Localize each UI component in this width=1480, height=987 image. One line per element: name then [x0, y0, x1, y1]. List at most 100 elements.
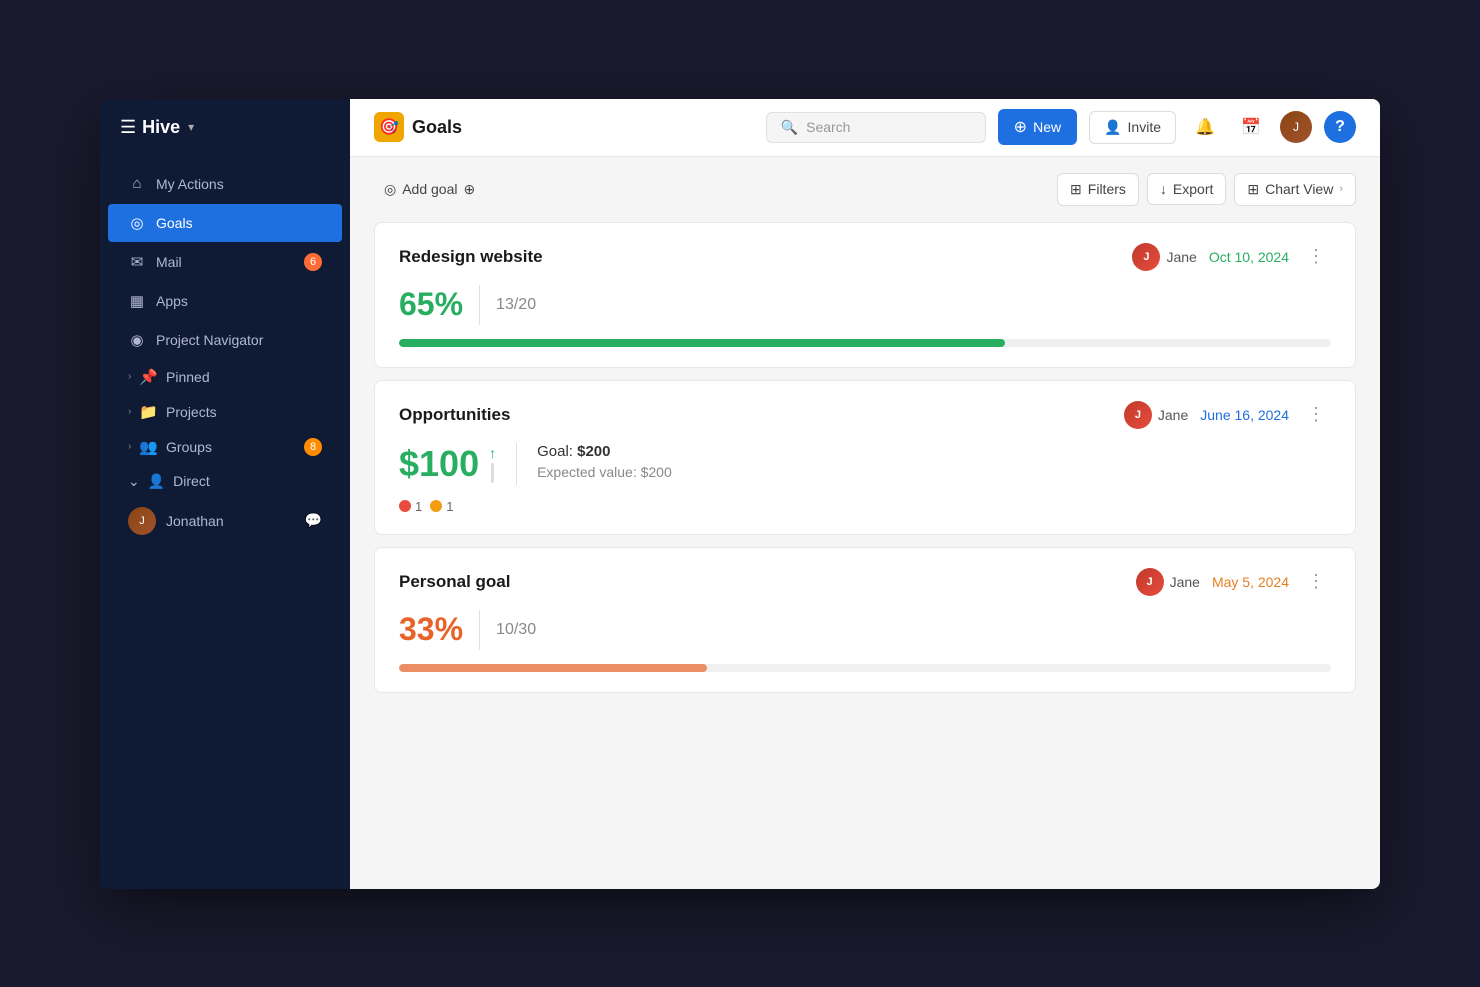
goal-more-button-3[interactable]: ⋮ — [1301, 569, 1331, 594]
sidebar-item-apps[interactable]: ▦ Apps — [108, 282, 342, 320]
sidebar-item-goals[interactable]: ◎ Goals — [108, 204, 342, 242]
sidebar-item-project-navigator[interactable]: ◉ Project Navigator — [108, 321, 342, 359]
hive-logo-icon: ☰ — [120, 117, 136, 138]
sidebar-item-goals-label: Goals — [156, 215, 193, 231]
sidebar-pinned-toggle[interactable]: › 📌 Pinned — [108, 360, 342, 394]
yellow-dot — [430, 500, 442, 512]
opp-trend: ↑ — [489, 445, 496, 483]
goal-count-1: 13/20 — [496, 296, 536, 314]
groups-icon: 👥 — [139, 438, 158, 456]
chevron-right-icon: › — [128, 371, 131, 382]
progress-track-3 — [399, 664, 1331, 672]
bell-button[interactable]: 🔔 — [1188, 110, 1222, 144]
goal-percentage-3: 33% — [399, 611, 463, 648]
sidebar: ☰ Hive ▾ ⌂ My Actions ◎ Goals ✉ Mail 6 — [100, 99, 350, 889]
page-title-area: 🎯 Goals — [374, 112, 462, 142]
export-icon: ↓ — [1160, 181, 1167, 197]
goal-card-header-2: Opportunities J Jane June 16, 2024 ⋮ — [399, 401, 1331, 429]
sidebar-item-apps-label: Apps — [156, 293, 188, 309]
goal-more-button-2[interactable]: ⋮ — [1301, 402, 1331, 427]
filters-button[interactable]: ⊞ Filters — [1057, 173, 1139, 206]
direct-icon: 👤 — [148, 473, 165, 490]
yellow-dot-count: 1 — [446, 499, 453, 514]
search-box[interactable]: 🔍 Search — [766, 112, 986, 143]
trend-bar — [491, 463, 494, 483]
sidebar-item-jonathan-label: Jonathan — [166, 513, 224, 529]
mail-badge: 6 — [304, 253, 322, 271]
project-navigator-icon: ◉ — [128, 331, 146, 349]
search-icon: 🔍 — [781, 119, 798, 136]
goal-date-1: Oct 10, 2024 — [1209, 249, 1289, 265]
sidebar-projects-toggle[interactable]: › 📁 Projects — [108, 395, 342, 429]
new-button[interactable]: ⊕ New — [998, 109, 1077, 145]
opp-goals-detail: Goal: $200 Expected value: $200 — [537, 443, 672, 480]
sidebar-item-mail[interactable]: ✉ Mail 6 — [108, 243, 342, 281]
trend-up-icon: ↑ — [489, 445, 496, 461]
filters-label: Filters — [1088, 181, 1126, 197]
add-goal-button[interactable]: ◎ Add goal ⊕ — [374, 175, 485, 204]
add-plus-icon: ⊕ — [464, 181, 476, 198]
goal-percentage-1: 65% — [399, 286, 463, 323]
sidebar-header: ☰ Hive ▾ — [100, 99, 350, 156]
opp-stats: $100 ↑ Goal: $200 Expected value: $200 — [399, 443, 1331, 485]
red-dot — [399, 500, 411, 512]
jane-avatar-3: J — [1136, 568, 1164, 596]
sidebar-projects-label: Projects — [166, 404, 217, 420]
goal-divider-1 — [479, 285, 480, 325]
opp-amount-value: $100 — [399, 443, 479, 485]
sidebar-pinned-label: Pinned — [166, 369, 210, 385]
goal-assignee-3: J Jane — [1136, 568, 1200, 596]
calendar-button[interactable]: 📅 — [1234, 110, 1268, 144]
sidebar-direct-text: Direct — [173, 473, 210, 489]
opp-amount-section: $100 ↑ — [399, 443, 517, 485]
pin-icon: 📌 — [139, 368, 158, 386]
sidebar-groups-label: Groups — [166, 439, 212, 455]
goal-assignee-2: J Jane — [1124, 401, 1188, 429]
progress-track-1 — [399, 339, 1331, 347]
invite-button-label: Invite — [1128, 119, 1161, 135]
add-goal-label: Add goal — [402, 181, 457, 197]
goal-more-button-1[interactable]: ⋮ — [1301, 244, 1331, 269]
sidebar-item-mail-label: Mail — [156, 254, 182, 270]
chart-view-chevron: › — [1339, 183, 1343, 195]
opp-expected-label: Expected value: $200 — [537, 464, 672, 480]
chart-icon: ⊞ — [1247, 181, 1259, 198]
search-placeholder: Search — [806, 119, 850, 135]
jonathan-avatar: J — [128, 507, 156, 535]
goal-assignee-1: J Jane — [1132, 243, 1196, 271]
folder-icon: 📁 — [139, 403, 158, 421]
chart-view-button[interactable]: ⊞ Chart View › — [1234, 173, 1356, 206]
sidebar-item-my-actions[interactable]: ⌂ My Actions — [108, 165, 342, 203]
goal-stats-3: 33% 10/30 — [399, 610, 1331, 650]
goal-date-2: June 16, 2024 — [1200, 407, 1289, 423]
sidebar-groups-toggle[interactable]: › 👥 Groups 8 — [108, 430, 342, 464]
hive-logo[interactable]: ☰ Hive ▾ — [120, 117, 194, 138]
goal-meta-1: J Jane Oct 10, 2024 ⋮ — [1132, 243, 1331, 271]
jane-avatar-1: J — [1132, 243, 1160, 271]
goal-title-2: Opportunities — [399, 405, 510, 425]
help-button[interactable]: ? — [1324, 111, 1356, 143]
status-dot-red: 1 — [399, 499, 422, 514]
sidebar-direct-label[interactable]: ⌄ 👤 Direct — [108, 465, 342, 498]
sidebar-item-jonathan[interactable]: J Jonathan 💬 — [108, 499, 342, 543]
invite-icon: 👤 — [1104, 119, 1121, 136]
goal-meta-2: J Jane June 16, 2024 ⋮ — [1124, 401, 1331, 429]
groups-badge: 8 — [304, 438, 322, 456]
goal-card-opportunities: Opportunities J Jane June 16, 2024 ⋮ $10… — [374, 380, 1356, 535]
invite-button[interactable]: 👤 Invite — [1089, 111, 1176, 144]
export-button[interactable]: ↓ Export — [1147, 173, 1226, 205]
sidebar-nav: ⌂ My Actions ◎ Goals ✉ Mail 6 ▦ Apps ◉ — [100, 156, 350, 889]
goal-title-3: Personal goal — [399, 572, 510, 592]
goal-stats-1: 65% 13/20 — [399, 285, 1331, 325]
goal-card-header-3: Personal goal J Jane May 5, 2024 ⋮ — [399, 568, 1331, 596]
opp-goal-label: Goal: $200 — [537, 443, 672, 460]
user-avatar-topbar[interactable]: J — [1280, 111, 1312, 143]
red-dot-count: 1 — [415, 499, 422, 514]
goal-count-3: 10/30 — [496, 621, 536, 639]
goal-date-3: May 5, 2024 — [1212, 574, 1289, 590]
topbar: 🎯 Goals 🔍 Search ⊕ New 👤 Invite 🔔 — [350, 99, 1380, 157]
action-bar: ◎ Add goal ⊕ ⊞ Filters ↓ Export ⊞ C — [374, 173, 1356, 206]
goal-meta-3: J Jane May 5, 2024 ⋮ — [1136, 568, 1331, 596]
progress-fill-1 — [399, 339, 1005, 347]
goals-page-icon: 🎯 — [379, 117, 399, 137]
